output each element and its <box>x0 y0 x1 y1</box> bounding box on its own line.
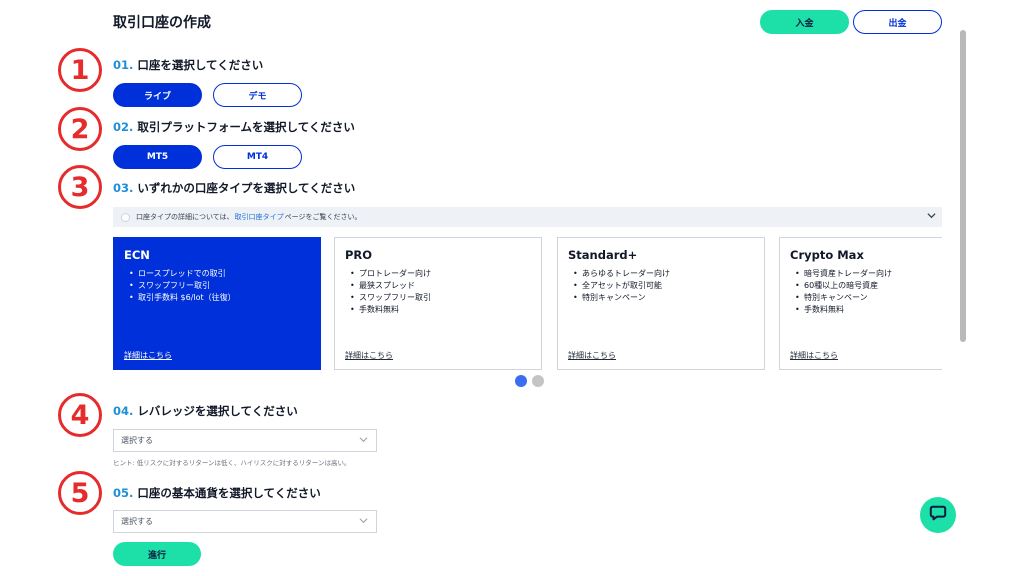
step-number-5: 05. <box>113 486 134 500</box>
info-text-after: ページをご覧ください。 <box>284 213 362 221</box>
step-number-1: 01. <box>113 58 134 72</box>
card-title: Standard+ <box>568 248 638 262</box>
card-feature: ロースプレッドでの取引 <box>129 268 310 280</box>
card-feature: 特別キャンペーン <box>795 292 932 304</box>
chat-bubble-icon <box>929 504 947 526</box>
card-feature: 暗号資産トレーダー向け <box>795 268 932 280</box>
page-title: 取引口座の作成 <box>113 15 211 31</box>
leverage-select-value: 選択する <box>121 436 153 445</box>
card-details-link[interactable]: 詳細はこちら <box>124 350 172 361</box>
step-marker-4: 4 <box>58 393 102 437</box>
card-feature: 手数料無料 <box>795 304 932 316</box>
card-details-link[interactable]: 詳細はこちら <box>790 350 838 361</box>
chevron-down-icon <box>359 435 368 446</box>
card-title: ECN <box>124 248 150 262</box>
platform-mt5-button[interactable]: MT5 <box>113 145 202 169</box>
card-feature: 手数料無料 <box>350 304 531 316</box>
step-number-3: 03. <box>113 181 134 195</box>
step-heading-3: 03. いずれかの口座タイプを選択してください <box>113 180 355 196</box>
card-feature: 全アセットが取引可能 <box>573 280 754 292</box>
card-details-link[interactable]: 詳細はこちら <box>568 350 616 361</box>
withdraw-button[interactable]: 出金 <box>853 10 942 34</box>
chevron-down-icon <box>359 516 368 527</box>
account-live-button[interactable]: ライブ <box>113 83 202 107</box>
leverage-select[interactable]: 選択する <box>113 429 377 452</box>
card-title: PRO <box>345 248 373 262</box>
step-heading-2: 02. 取引プラットフォームを選択してください <box>113 119 355 135</box>
info-circle-icon <box>121 212 130 222</box>
chevron-down-icon[interactable] <box>927 211 936 223</box>
card-feature-list: 暗号資産トレーダー向け 60種以上の暗号資産 特別キャンペーン 手数料無料 <box>790 268 932 316</box>
leverage-hint: ヒント: 低リスクに対するリターンは低く、ハイリスクに対するリターンは高い。 <box>113 459 351 467</box>
card-feature-list: あらゆるトレーダー向け 全アセットが取引可能 特別キャンペーン <box>568 268 754 304</box>
card-feature: 特別キャンペーン <box>573 292 754 304</box>
step-title-5: 口座の基本通貨を選択してください <box>137 486 321 500</box>
chat-button[interactable] <box>920 497 956 533</box>
card-feature: スワップフリー取引 <box>350 292 531 304</box>
step-heading-1: 01. 口座を選択してください <box>113 57 263 73</box>
card-feature-list: プロトレーダー向け 最狭スプレッド スワップフリー取引 手数料無料 <box>345 268 531 316</box>
card-feature: スワップフリー取引 <box>129 280 310 292</box>
currency-select[interactable]: 選択する <box>113 510 377 533</box>
step-title-4: レバレッジを選択してください <box>137 404 298 418</box>
carousel-dot-2[interactable] <box>532 375 544 387</box>
carousel-dots <box>515 375 544 387</box>
step-number-2: 02. <box>113 120 134 134</box>
account-demo-button[interactable]: デモ <box>213 83 302 107</box>
account-type-card-pro[interactable]: PRO プロトレーダー向け 最狭スプレッド スワップフリー取引 手数料無料 詳細… <box>334 237 542 370</box>
step-heading-4: 04. レバレッジを選択してください <box>113 403 298 419</box>
carousel-dot-1[interactable] <box>515 375 527 387</box>
page-scrollbar[interactable] <box>960 30 966 342</box>
card-feature-list: ロースプレッドでの取引 スワップフリー取引 取引手数料 $6/lot（往復） <box>124 268 310 304</box>
deposit-button[interactable]: 入金 <box>760 10 849 34</box>
card-feature: 取引手数料 $6/lot（往復） <box>129 292 310 304</box>
card-details-link[interactable]: 詳細はこちら <box>345 350 393 361</box>
step-title-1: 口座を選択してください <box>137 58 264 72</box>
account-types-link[interactable]: 取引口座タイプ <box>235 212 284 222</box>
step-marker-2: 2 <box>58 107 102 151</box>
card-feature: 60種以上の暗号資産 <box>795 280 932 292</box>
step-title-2: 取引プラットフォームを選択してください <box>137 120 355 134</box>
currency-select-value: 選択する <box>121 517 153 526</box>
step-number-4: 04. <box>113 404 134 418</box>
account-type-card-standard-plus[interactable]: Standard+ あらゆるトレーダー向け 全アセットが取引可能 特別キャンペー… <box>557 237 765 370</box>
account-type-card-ecn[interactable]: ECN ロースプレッドでの取引 スワップフリー取引 取引手数料 $6/lot（往… <box>113 237 321 370</box>
proceed-button[interactable]: 進行 <box>113 542 201 566</box>
info-text-before: 口座タイプの詳細については、 <box>136 213 234 221</box>
account-type-card-crypto-max[interactable]: Crypto Max 暗号資産トレーダー向け 60種以上の暗号資産 特別キャンペ… <box>779 237 942 370</box>
card-title: Crypto Max <box>790 248 864 262</box>
step-marker-5: 5 <box>58 471 102 515</box>
step-marker-3: 3 <box>58 165 102 209</box>
step-heading-5: 05. 口座の基本通貨を選択してください <box>113 485 321 501</box>
step-title-3: いずれかの口座タイプを選択してください <box>137 181 356 195</box>
card-feature: あらゆるトレーダー向け <box>573 268 754 280</box>
platform-mt4-button[interactable]: MT4 <box>213 145 302 169</box>
card-feature: プロトレーダー向け <box>350 268 531 280</box>
card-feature: 最狭スプレッド <box>350 280 531 292</box>
account-type-info-bar[interactable]: 口座タイプの詳細については、 取引口座タイプ ページをご覧ください。 <box>113 207 942 227</box>
step-marker-1: 1 <box>58 48 102 92</box>
